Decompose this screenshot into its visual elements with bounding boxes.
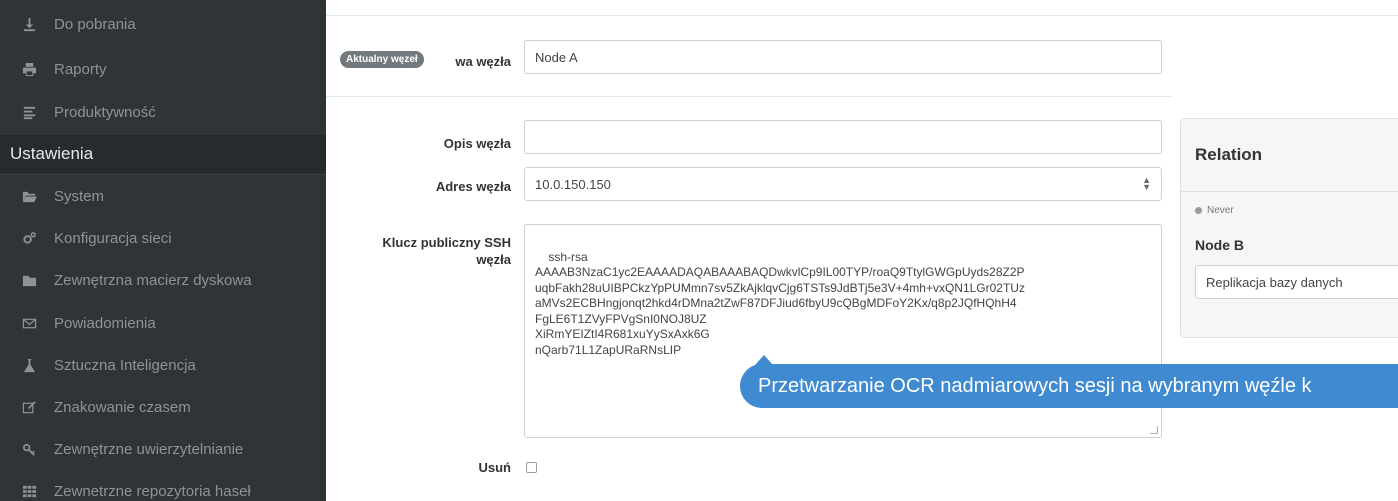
sidebar-item-label: System: [54, 187, 105, 205]
sidebar-item-label: Zewnętrzne uwierzytelnianie: [54, 440, 244, 458]
node-address-select[interactable]: 10.0.150.150 ▲ ▼: [524, 167, 1162, 201]
sidebar-item-label: Zewnetrzne repozytoria haseł: [54, 482, 251, 500]
sidebar-item-label: Sztuczna Inteligencja: [54, 356, 196, 374]
sidebar-item-system[interactable]: System: [0, 175, 326, 217]
sidebar-item-productivity[interactable]: Produktywność: [0, 91, 326, 133]
sidebar-item-label: Konfiguracja sieci: [54, 229, 172, 247]
sidebar-item-ai[interactable]: Sztuczna Inteligencja: [0, 344, 326, 386]
select-arrows-icon: ▲ ▼: [1142, 175, 1151, 192]
sidebar-item-password-vaults[interactable]: Zewnetrzne repozytoria haseł: [0, 470, 326, 501]
form-divider: [326, 96, 1172, 97]
edit-icon: [18, 399, 40, 415]
delete-checkbox[interactable]: [526, 462, 537, 473]
cogs-icon: [18, 230, 40, 246]
download-icon: [18, 16, 40, 32]
node-description-input[interactable]: [524, 120, 1162, 154]
sidebar-item-label: Raporty: [54, 60, 107, 78]
sidebar-item-external-auth[interactable]: Zewnętrzne uwierzytelnianie: [0, 428, 326, 470]
relation-node: Node B: [1195, 237, 1244, 253]
sidebar-item-label: Powiadomienia: [54, 314, 156, 332]
relation-panel: Relation Never Node B Replikacja bazy da…: [1180, 118, 1398, 338]
relation-title: Relation: [1195, 145, 1263, 164]
envelope-icon: [18, 315, 40, 331]
sidebar-item-external-storage[interactable]: Zewnętrzna macierz dyskowa: [0, 259, 326, 301]
flask-icon: [18, 357, 40, 373]
sidebar-item-timestamping[interactable]: Znakowanie czasem: [0, 386, 326, 428]
sidebar-item-reports[interactable]: Raporty: [0, 48, 326, 90]
folder-open-icon: [18, 188, 40, 204]
list-icon: [18, 104, 40, 120]
sidebar-item-label: Produktywność: [54, 103, 156, 121]
delete-label: Usuń: [478, 460, 512, 475]
sidebar-item-label: Zewnętrzna macierz dyskowa: [54, 271, 252, 289]
section-header-settings: Ustawienia: [0, 133, 326, 175]
sidebar-item-label: Znakowanie czasem: [54, 398, 191, 416]
tooltip: Przetwarzanie OCR nadmiarowych sesji na …: [740, 364, 1398, 408]
resize-grip-icon[interactable]: [1150, 426, 1158, 434]
sidebar-item-network[interactable]: Konfiguracja sieci: [0, 217, 326, 259]
sidebar: Do pobrania Raporty Produktywność Ustawi…: [0, 0, 326, 501]
ssh-key-label: Klucz publiczny SSH węzła: [382, 235, 511, 267]
sidebar-item-notifications[interactable]: Powiadomienia: [0, 302, 326, 344]
key-icon: [18, 441, 40, 457]
relation-mode-field[interactable]: Replikacja bazy danych: [1195, 265, 1398, 299]
node-name-input[interactable]: Node A: [524, 40, 1162, 74]
grid-icon: [18, 483, 40, 499]
node-name-label: wa węzła: [455, 54, 511, 69]
sidebar-item-label: Do pobrania: [54, 15, 136, 33]
relation-divider: [1181, 191, 1398, 192]
print-icon: [18, 61, 40, 77]
sidebar-item-downloads[interactable]: Do pobrania: [0, 3, 326, 45]
relation-status: Never: [1195, 205, 1234, 216]
status-dot-icon: [1195, 207, 1202, 214]
node-address-label: Adres węzła: [435, 179, 511, 194]
folder-icon: [18, 272, 40, 288]
top-divider: [326, 15, 1398, 16]
node-description-label: Opis węzła: [443, 136, 511, 151]
